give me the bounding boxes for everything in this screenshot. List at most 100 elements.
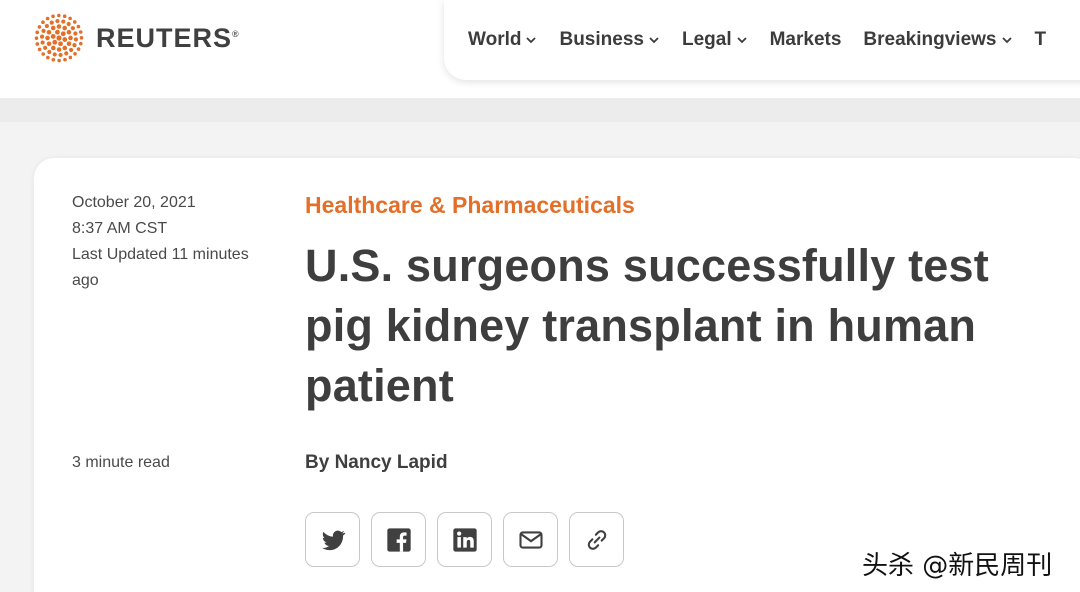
byline: By Nancy Lapid: [305, 452, 448, 474]
logo-dot: [79, 36, 84, 40]
logo-dot: [56, 24, 62, 29]
header-divider-band: [0, 98, 1080, 122]
logo-dot: [46, 29, 52, 35]
reuters-logo-icon: [34, 13, 84, 63]
logo-dot: [35, 42, 40, 46]
logo-dot: [46, 55, 50, 60]
logo-dot: [73, 37, 79, 42]
logo-dot: [55, 18, 60, 24]
logo-dot: [37, 47, 42, 52]
logo-dot: [47, 49, 52, 55]
logo-dot: [35, 30, 40, 35]
logo-dot: [50, 34, 56, 39]
chevron-down-icon: [1001, 37, 1012, 44]
share-link-button[interactable]: [569, 512, 624, 567]
nav-item-label: Breakingviews: [863, 29, 997, 50]
article-dateline: October 20, 2021 8:37 AM CST Last Update…: [72, 190, 272, 294]
logo-dot: [50, 45, 56, 51]
twitter-icon: [321, 530, 345, 550]
logo-dot: [40, 40, 45, 45]
logo-dot: [51, 14, 55, 19]
logo-dot: [58, 52, 63, 58]
link-icon: [587, 529, 606, 550]
logo-dot: [45, 35, 50, 41]
logo-dot: [45, 16, 50, 21]
publish-time: 8:37 AM CST: [72, 220, 168, 237]
reuters-logo[interactable]: REUTERS®: [32, 12, 240, 64]
logo-dot: [64, 51, 69, 56]
logo-dot: [61, 19, 66, 24]
logo-dot: [51, 57, 56, 62]
nav-item-label: Markets: [769, 29, 842, 50]
logo-dot: [52, 39, 58, 45]
logo-dot: [63, 57, 67, 62]
logo-dot: [62, 37, 68, 42]
logo-dot: [58, 41, 63, 47]
logo-dot: [44, 23, 50, 29]
nav-item-legal[interactable]: Legal: [682, 29, 748, 51]
chevron-down-icon: [526, 37, 537, 44]
logo-dot: [72, 43, 77, 48]
logo-dot: [66, 29, 72, 35]
nav-item-label: T: [1034, 29, 1047, 50]
page: REUTERS® World Business Legal Markets Br…: [0, 0, 1080, 592]
logo-dot: [49, 20, 54, 25]
nav-item-label: Business: [559, 29, 644, 50]
logo-dot: [43, 45, 48, 50]
read-time: 3 minute read: [72, 454, 170, 471]
logo-dot: [60, 31, 66, 37]
nav-item-business[interactable]: Business: [559, 29, 659, 51]
chevron-down-icon: [736, 37, 747, 44]
logo-dot: [76, 47, 81, 51]
logo-dot: [57, 13, 61, 18]
nav-item-world[interactable]: World: [468, 29, 537, 51]
nav-item-label: Legal: [681, 29, 732, 50]
share-twitter-button[interactable]: [305, 512, 360, 567]
logo-dot: [66, 41, 72, 47]
logo-dot: [73, 51, 77, 56]
nav-item-markets[interactable]: Markets: [770, 29, 842, 51]
logo-dot: [39, 34, 45, 39]
logo-dot: [57, 58, 61, 63]
share-email-button[interactable]: [503, 512, 558, 567]
category-link[interactable]: Healthcare & Pharmaceuticals: [305, 192, 635, 219]
share-linkedin-button[interactable]: [437, 512, 492, 567]
last-updated: Last Updated 11 minutes ago: [72, 246, 249, 289]
logo-dot: [56, 47, 62, 52]
logo-dot: [76, 24, 81, 29]
logo-dot: [41, 28, 46, 33]
logo-dot: [55, 29, 60, 35]
logo-dot: [68, 16, 72, 21]
logo-dot: [46, 41, 52, 47]
author-link[interactable]: Nancy Lapid: [335, 452, 448, 473]
email-icon: [518, 530, 543, 549]
nav-item-label: World: [468, 29, 522, 50]
logo-dot: [73, 31, 78, 36]
article-headline: U.S. surgeons successfully test pig kidn…: [305, 240, 989, 411]
logo-dot: [78, 41, 83, 46]
logo-dot: [68, 55, 73, 60]
nav-item-truncated[interactable]: T: [1035, 29, 1047, 51]
logo-dot: [70, 26, 75, 31]
linkedin-icon: [452, 527, 477, 552]
logo-dot: [50, 25, 56, 31]
logo-dot: [56, 35, 62, 41]
chevron-down-icon: [649, 37, 659, 44]
share-bar: [305, 512, 624, 567]
logo-dot: [68, 47, 74, 53]
logo-text: REUTERS®: [96, 22, 240, 53]
logo-dot: [52, 52, 57, 57]
logo-dot: [62, 25, 68, 31]
logo-dot: [62, 14, 67, 19]
facebook-icon: [386, 527, 411, 552]
logo-dot: [68, 35, 73, 41]
share-facebook-button[interactable]: [371, 512, 426, 567]
logo-dot: [37, 25, 42, 29]
main-nav: World Business Legal Markets Breakingvie…: [444, 0, 1080, 80]
logo-dot: [66, 21, 71, 27]
logo-dot: [34, 36, 39, 40]
byline-prefix: By: [305, 452, 330, 473]
nav-item-breakingviews[interactable]: Breakingviews: [863, 29, 1012, 51]
logo-dot: [41, 52, 46, 56]
publish-date: October 20, 2021: [72, 194, 196, 211]
